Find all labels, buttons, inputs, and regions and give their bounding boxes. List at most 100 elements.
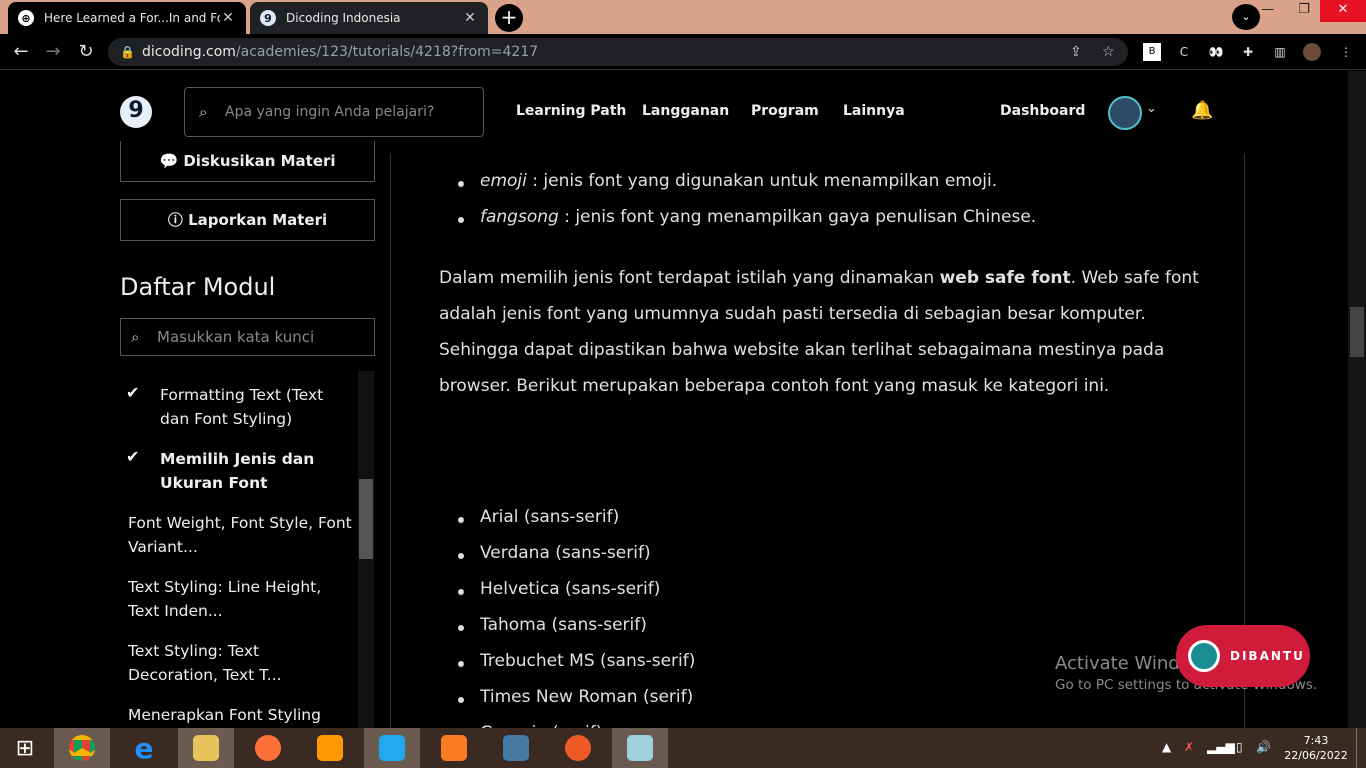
extension-c-icon[interactable]: C xyxy=(1175,43,1193,61)
globe-icon: ⊕ xyxy=(18,10,34,26)
tray-chevron-icon[interactable]: ▲ xyxy=(1162,740,1171,754)
bullet xyxy=(458,553,464,559)
nav-langganan[interactable]: Langganan xyxy=(642,103,729,119)
discuss-label: Diskusikan Materi xyxy=(183,152,336,170)
module-list-title: Daftar Modul xyxy=(120,273,276,301)
back-icon[interactable]: ← xyxy=(8,39,34,65)
profile-avatar[interactable] xyxy=(1303,43,1321,61)
browser-tab-strip: ⊕ Here Learned a For...In and For...of ✕… xyxy=(0,0,1366,34)
close-tab-icon[interactable]: ✕ xyxy=(462,10,478,26)
chat-bubble-icon: 💬 xyxy=(159,152,179,170)
signal-icon[interactable]: ▂▄▆ xyxy=(1207,740,1235,754)
tab-title: Dicoding Indonesia xyxy=(286,11,401,25)
check-icon: ✔ xyxy=(126,447,140,466)
search-icon: ⌕ xyxy=(131,328,140,346)
nav-dashboard[interactable]: Dashboard xyxy=(1000,103,1085,119)
tutorial-content: emoji : jenis font yang digunakan untuk … xyxy=(390,153,1245,728)
extension-b-icon[interactable]: B xyxy=(1143,43,1161,61)
nav-lainnya[interactable]: Lainnya xyxy=(843,103,905,119)
term-desc: : jenis font yang digunakan untuk menamp… xyxy=(526,171,998,191)
font-list-item: Arial (sans-serif) xyxy=(480,507,620,527)
new-tab-button[interactable]: + xyxy=(495,4,523,32)
page-scrollbar[interactable] xyxy=(1348,71,1366,728)
dibantu-chat-button[interactable]: DIBANTU xyxy=(1176,625,1310,687)
close-tab-icon[interactable]: ✕ xyxy=(220,10,236,26)
show-desktop-button[interactable] xyxy=(1356,728,1366,768)
firefox-taskbar-icon[interactable] xyxy=(240,728,296,768)
module-list-scrollbar[interactable] xyxy=(358,371,374,728)
vscode-taskbar-icon[interactable] xyxy=(364,728,420,768)
battery-icon[interactable]: ▯ xyxy=(1236,740,1243,754)
site-search-input[interactable]: ⌕ Apa yang ingin Anda pelajari? xyxy=(184,87,484,137)
module-item[interactable]: Font Weight, Font Style, Font Variant... xyxy=(128,511,353,559)
report-button[interactable]: ⓘ Laporkan Materi xyxy=(120,199,375,241)
scrollbar-thumb[interactable] xyxy=(1350,307,1364,357)
extension-eyes-icon[interactable]: 👀 xyxy=(1207,43,1225,61)
notes-taskbar-icon[interactable] xyxy=(612,728,668,768)
volume-icon[interactable]: 🔊 xyxy=(1256,740,1271,754)
report-label: Laporkan Materi xyxy=(188,211,328,229)
system-clock[interactable]: 7:43 22/06/2022 xyxy=(1280,733,1352,763)
discuss-button[interactable]: 💬 Diskusikan Materi xyxy=(120,141,375,182)
nav-program[interactable]: Program xyxy=(751,103,819,119)
term: emoji xyxy=(480,171,527,191)
network-error-icon[interactable]: ✗ xyxy=(1184,740,1194,754)
module-item[interactable]: Menerapkan Font Styling xyxy=(128,703,353,727)
windows-start-icon[interactable]: ⊞ xyxy=(0,728,50,768)
browser-toolbar: ← → ↻ 🔒 dicoding.com/academies/123/tutor… xyxy=(0,34,1366,70)
user-avatar[interactable] xyxy=(1108,96,1142,130)
module-item[interactable]: Text Styling: Text Decoration, Text T... xyxy=(128,639,353,687)
font-list-item: Times New Roman (serif) xyxy=(480,687,694,707)
url-host: dicoding.com xyxy=(142,44,236,60)
bookmark-star-icon[interactable]: ☆ xyxy=(1102,38,1115,66)
sublime-taskbar-icon[interactable] xyxy=(302,728,358,768)
font-term-item: fangsong : jenis font yang menampilkan g… xyxy=(480,207,1036,227)
bullet xyxy=(458,661,464,667)
module-item[interactable]: Memilih Jenis dan Ukuran Font xyxy=(160,447,350,495)
bullet xyxy=(458,181,464,187)
minimize-icon[interactable]: — xyxy=(1250,0,1286,22)
postman-taskbar-icon[interactable] xyxy=(550,728,606,768)
forward-icon[interactable]: → xyxy=(40,39,66,65)
font-term-item: emoji : jenis font yang digunakan untuk … xyxy=(480,171,997,191)
font-list-item: Tahoma (sans-serif) xyxy=(480,615,647,635)
chrome-menu-icon[interactable]: ⋮ xyxy=(1337,43,1355,61)
info-icon: ⓘ xyxy=(167,211,183,229)
robot-icon xyxy=(1188,640,1220,672)
bullet xyxy=(458,625,464,631)
module-item[interactable]: Text Styling: Line Height, Text Inden... xyxy=(128,575,353,623)
bullet xyxy=(458,697,464,703)
bullet xyxy=(458,217,464,223)
paragraph-bold: web safe font xyxy=(939,268,1071,288)
restore-icon[interactable]: ❐ xyxy=(1286,0,1322,22)
xampp-taskbar-icon[interactable] xyxy=(426,728,482,768)
check-icon: ✔ xyxy=(126,383,140,402)
windows-taskbar: ⊞ e ▲ ✗ ▂▄▆ ▯ 🔊 7:43 22/06/2022 xyxy=(0,728,1366,768)
url-path: /academies/123/tutorials/4218?from=4217 xyxy=(235,44,539,60)
lock-icon: 🔒 xyxy=(120,45,135,59)
chrome-taskbar-icon[interactable] xyxy=(54,728,110,768)
dicoding-logo[interactable]: 9 xyxy=(120,96,152,128)
tab-active[interactable]: ⊕ Here Learned a For...In and For...of ✕ xyxy=(8,2,246,34)
scrollbar-thumb[interactable] xyxy=(359,479,373,559)
nav-learning-path[interactable]: Learning Path xyxy=(516,103,626,119)
tab-dicoding[interactable]: 9 Dicoding Indonesia ✕ xyxy=(250,2,488,34)
share-icon[interactable]: ⇪ xyxy=(1070,38,1082,66)
bullet xyxy=(458,517,464,523)
reload-icon[interactable]: ↻ xyxy=(73,39,99,65)
chevron-down-icon[interactable]: ⌄ xyxy=(1146,101,1157,116)
extensions-puzzle-icon[interactable]: ✚ xyxy=(1239,43,1257,61)
web-page: emoji : jenis font yang digunakan untuk … xyxy=(0,71,1348,728)
address-bar[interactable]: 🔒 dicoding.com/academies/123/tutorials/4… xyxy=(108,38,1128,66)
dicoding-favicon-icon: 9 xyxy=(260,10,276,26)
close-window-icon[interactable]: ✕ xyxy=(1320,0,1366,22)
module-search-input[interactable]: ⌕ Masukkan kata kunci xyxy=(120,318,375,356)
notification-bell-icon[interactable]: 🔔 xyxy=(1191,100,1213,121)
module-item[interactable]: Formatting Text (Text dan Font Styling) xyxy=(160,383,350,431)
side-panel-icon[interactable]: ▥ xyxy=(1271,43,1289,61)
font-list-item: Helvetica (sans-serif) xyxy=(480,579,661,599)
file-explorer-taskbar-icon[interactable] xyxy=(178,728,234,768)
mysql-taskbar-icon[interactable] xyxy=(488,728,544,768)
edge-taskbar-icon[interactable]: e xyxy=(116,728,172,768)
dibantu-label: DIBANTU xyxy=(1230,649,1305,663)
